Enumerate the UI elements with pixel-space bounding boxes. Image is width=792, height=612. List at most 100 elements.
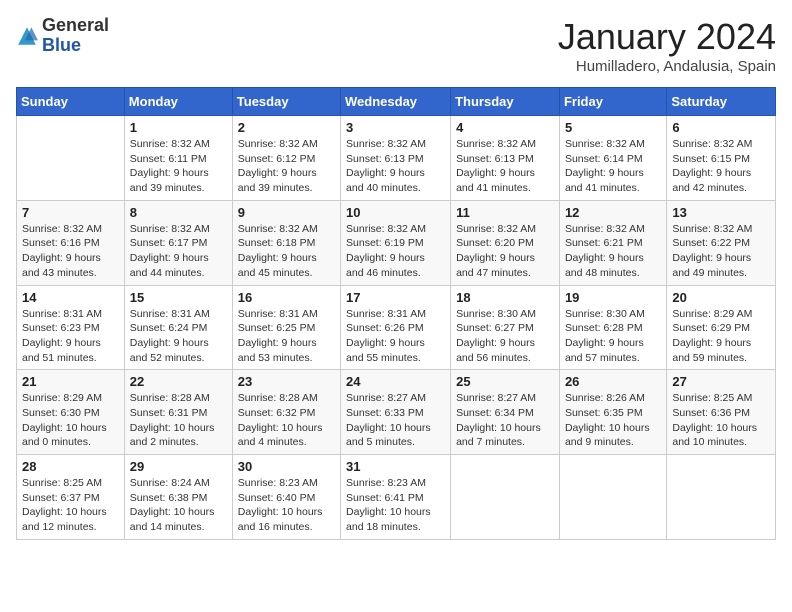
day-info: Sunrise: 8:24 AMSunset: 6:38 PMDaylight:… — [130, 476, 227, 535]
day-info: Sunrise: 8:32 AMSunset: 6:14 PMDaylight:… — [565, 137, 661, 196]
calendar-cell: 28 Sunrise: 8:25 AMSunset: 6:37 PMDayligh… — [17, 455, 125, 540]
day-number: 13 — [672, 205, 770, 220]
day-number: 29 — [130, 459, 227, 474]
day-info: Sunrise: 8:32 AMSunset: 6:21 PMDaylight:… — [565, 222, 661, 281]
calendar-cell: 21Sunrise: 8:29 AMSunset: 6:30 PMDayligh… — [17, 370, 125, 455]
calendar-cell: 9 Sunrise: 8:32 AMSunset: 6:18 PMDaylight… — [232, 200, 340, 285]
calendar-cell: 27Sunrise: 8:25 AMSunset: 6:36 PMDayligh… — [667, 370, 776, 455]
weekday-header-sunday: Sunday — [17, 88, 125, 116]
day-info: Sunrise: 8:32 AMSunset: 6:18 PMDaylight:… — [238, 222, 335, 281]
day-info: Sunrise: 8:32 AMSunset: 6:17 PMDaylight:… — [130, 222, 227, 281]
day-info: Sunrise: 8:23 AMSunset: 6:41 PMDaylight:… — [346, 476, 445, 535]
day-number: 10 — [346, 205, 445, 220]
calendar-table: SundayMondayTuesdayWednesdayThursdayFrid… — [16, 87, 776, 540]
day-number: 26 — [565, 374, 661, 389]
day-info: Sunrise: 8:27 AMSunset: 6:34 PMDaylight:… — [456, 391, 554, 450]
logo-general-text: General — [42, 16, 109, 36]
calendar-cell: 25 Sunrise: 8:27 AMSunset: 6:34 PMDayligh… — [451, 370, 560, 455]
day-number: 18 — [456, 290, 554, 305]
day-number: 21 — [22, 374, 119, 389]
calendar-week-row: 1Sunrise: 8:32 AMSunset: 6:11 PMDaylight… — [17, 116, 776, 201]
day-info: Sunrise: 8:32 AMSunset: 6:19 PMDaylight:… — [346, 222, 445, 281]
day-info: Sunrise: 8:29 AMSunset: 6:29 PMDaylight:… — [672, 307, 770, 366]
day-number: 22 — [130, 374, 227, 389]
calendar-cell: 8 Sunrise: 8:32 AMSunset: 6:17 PMDaylight… — [124, 200, 232, 285]
calendar-cell: 26 Sunrise: 8:26 AMSunset: 6:35 PMDayligh… — [559, 370, 666, 455]
title-section: January 2024 Humilladero, Andalusia, Spa… — [558, 16, 776, 75]
weekday-header-wednesday: Wednesday — [341, 88, 451, 116]
day-number: 3 — [346, 120, 445, 135]
calendar-cell: 7 Sunrise: 8:32 AMSunset: 6:16 PMDaylight… — [17, 200, 125, 285]
calendar-cell — [667, 455, 776, 540]
day-number: 11 — [456, 205, 554, 220]
calendar-cell: 23 Sunrise: 8:28 AMSunset: 6:32 PMDayligh… — [232, 370, 340, 455]
day-info: Sunrise: 8:31 AMSunset: 6:23 PMDaylight:… — [22, 307, 119, 366]
day-number: 25 — [456, 374, 554, 389]
logo-icon — [16, 25, 38, 47]
logo: General Blue — [16, 16, 109, 56]
day-info: Sunrise: 8:32 AMSunset: 6:11 PMDaylight:… — [130, 137, 227, 196]
weekday-header-friday: Friday — [559, 88, 666, 116]
day-info: Sunrise: 8:32 AMSunset: 6:20 PMDaylight:… — [456, 222, 554, 281]
day-number: 20 — [672, 290, 770, 305]
calendar-cell: 20 Sunrise: 8:29 AMSunset: 6:29 PMDayligh… — [667, 285, 776, 370]
calendar-cell: 19Sunrise: 8:30 AMSunset: 6:28 PMDayligh… — [559, 285, 666, 370]
calendar-week-row: 28 Sunrise: 8:25 AMSunset: 6:37 PMDayligh… — [17, 455, 776, 540]
calendar-cell: 13 Sunrise: 8:32 AMSunset: 6:22 PMDayligh… — [667, 200, 776, 285]
weekday-header-saturday: Saturday — [667, 88, 776, 116]
day-number: 31 — [346, 459, 445, 474]
location-title: Humilladero, Andalusia, Spain — [558, 58, 776, 75]
day-info: Sunrise: 8:31 AMSunset: 6:25 PMDaylight:… — [238, 307, 335, 366]
calendar-cell: 1Sunrise: 8:32 AMSunset: 6:11 PMDaylight… — [124, 116, 232, 201]
day-number: 16 — [238, 290, 335, 305]
day-info: Sunrise: 8:30 AMSunset: 6:27 PMDaylight:… — [456, 307, 554, 366]
calendar-cell: 10 Sunrise: 8:32 AMSunset: 6:19 PMDayligh… — [341, 200, 451, 285]
day-number: 4 — [456, 120, 554, 135]
day-info: Sunrise: 8:32 AMSunset: 6:12 PMDaylight:… — [238, 137, 335, 196]
day-number: 28 — [22, 459, 119, 474]
day-info: Sunrise: 8:32 AMSunset: 6:16 PMDaylight:… — [22, 222, 119, 281]
calendar-cell: 2 Sunrise: 8:32 AMSunset: 6:12 PMDaylight… — [232, 116, 340, 201]
calendar-cell: 17 Sunrise: 8:31 AMSunset: 6:26 PMDayligh… — [341, 285, 451, 370]
day-info: Sunrise: 8:31 AMSunset: 6:24 PMDaylight:… — [130, 307, 227, 366]
calendar-cell: 11 Sunrise: 8:32 AMSunset: 6:20 PMDayligh… — [451, 200, 560, 285]
calendar-cell: 6 Sunrise: 8:32 AMSunset: 6:15 PMDaylight… — [667, 116, 776, 201]
calendar-cell: 29 Sunrise: 8:24 AMSunset: 6:38 PMDayligh… — [124, 455, 232, 540]
weekday-header-thursday: Thursday — [451, 88, 560, 116]
calendar-cell — [451, 455, 560, 540]
day-number: 15 — [130, 290, 227, 305]
day-number: 14 — [22, 290, 119, 305]
day-number: 8 — [130, 205, 227, 220]
calendar-cell: 24Sunrise: 8:27 AMSunset: 6:33 PMDayligh… — [341, 370, 451, 455]
day-info: Sunrise: 8:32 AMSunset: 6:13 PMDaylight:… — [346, 137, 445, 196]
day-info: Sunrise: 8:32 AMSunset: 6:15 PMDaylight:… — [672, 137, 770, 196]
calendar-cell: 5Sunrise: 8:32 AMSunset: 6:14 PMDaylight… — [559, 116, 666, 201]
calendar-cell: 30Sunrise: 8:23 AMSunset: 6:40 PMDayligh… — [232, 455, 340, 540]
calendar-cell: 4Sunrise: 8:32 AMSunset: 6:13 PMDaylight… — [451, 116, 560, 201]
day-number: 7 — [22, 205, 119, 220]
calendar-cell: 31 Sunrise: 8:23 AMSunset: 6:41 PMDayligh… — [341, 455, 451, 540]
day-info: Sunrise: 8:27 AMSunset: 6:33 PMDaylight:… — [346, 391, 445, 450]
day-number: 9 — [238, 205, 335, 220]
day-info: Sunrise: 8:28 AMSunset: 6:31 PMDaylight:… — [130, 391, 227, 450]
day-number: 23 — [238, 374, 335, 389]
day-info: Sunrise: 8:32 AMSunset: 6:22 PMDaylight:… — [672, 222, 770, 281]
weekday-header-monday: Monday — [124, 88, 232, 116]
day-info: Sunrise: 8:31 AMSunset: 6:26 PMDaylight:… — [346, 307, 445, 366]
day-number: 17 — [346, 290, 445, 305]
weekday-header-tuesday: Tuesday — [232, 88, 340, 116]
day-info: Sunrise: 8:25 AMSunset: 6:36 PMDaylight:… — [672, 391, 770, 450]
day-number: 2 — [238, 120, 335, 135]
calendar-cell: 22 Sunrise: 8:28 AMSunset: 6:31 PMDayligh… — [124, 370, 232, 455]
day-info: Sunrise: 8:26 AMSunset: 6:35 PMDaylight:… — [565, 391, 661, 450]
calendar-cell — [17, 116, 125, 201]
day-info: Sunrise: 8:30 AMSunset: 6:28 PMDaylight:… — [565, 307, 661, 366]
month-title: January 2024 — [558, 16, 776, 58]
calendar-cell: 18 Sunrise: 8:30 AMSunset: 6:27 PMDayligh… — [451, 285, 560, 370]
weekday-header-row: SundayMondayTuesdayWednesdayThursdayFrid… — [17, 88, 776, 116]
page-header: General Blue January 2024 Humilladero, A… — [16, 16, 776, 75]
day-number: 6 — [672, 120, 770, 135]
calendar-cell: 14 Sunrise: 8:31 AMSunset: 6:23 PMDayligh… — [17, 285, 125, 370]
day-info: Sunrise: 8:28 AMSunset: 6:32 PMDaylight:… — [238, 391, 335, 450]
day-info: Sunrise: 8:25 AMSunset: 6:37 PMDaylight:… — [22, 476, 119, 535]
